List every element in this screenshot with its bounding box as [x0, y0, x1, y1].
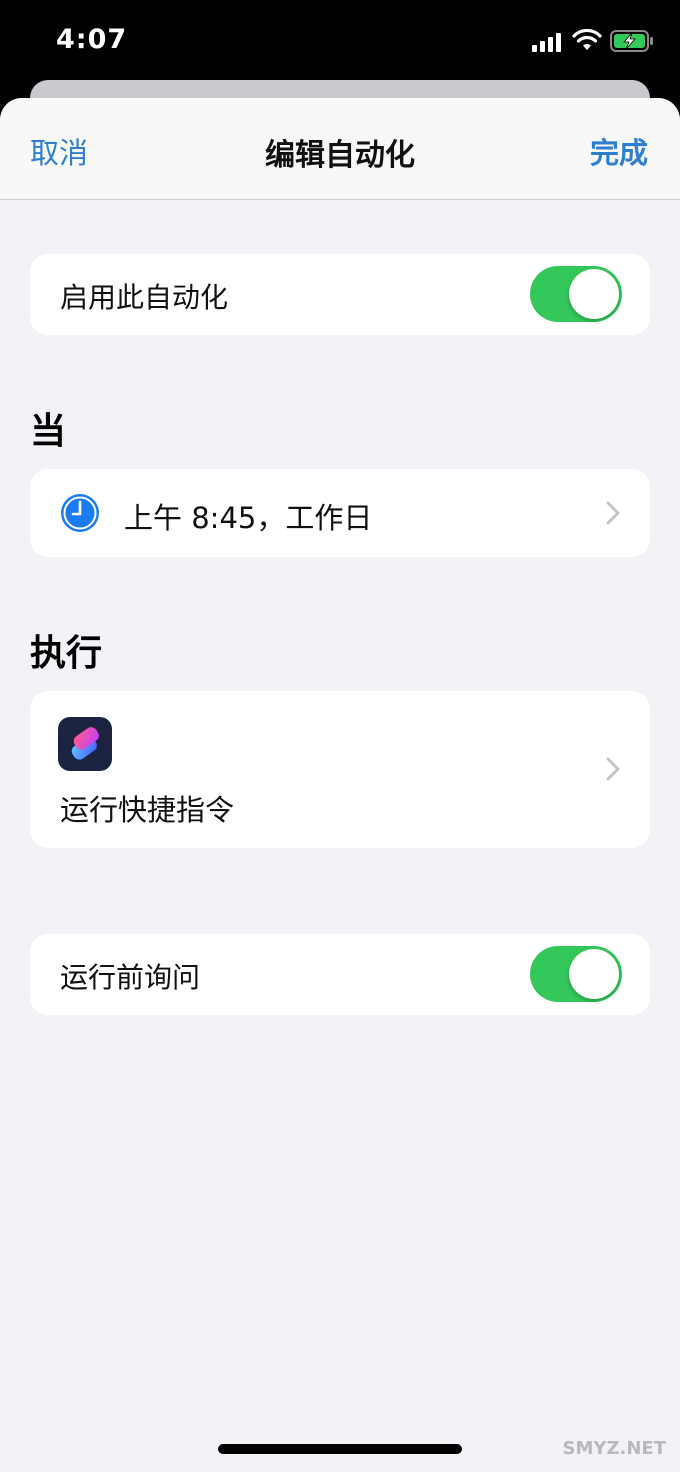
wifi-icon: [572, 28, 602, 50]
status-bar: 4:07: [0, 0, 680, 80]
edit-automation-sheet: 取消 编辑自动化 完成 启用此自动化 当 上午 8:45，工作日 执行 运行快捷…: [0, 98, 680, 1472]
chevron-right-icon: [606, 501, 620, 525]
action-label: 运行快捷指令: [60, 793, 235, 827]
status-time: 4:07: [56, 24, 128, 55]
ask-before-running-label: 运行前询问: [60, 961, 201, 994]
signal-icon: [532, 32, 564, 52]
action-row[interactable]: 运行快捷指令: [30, 691, 650, 848]
shortcuts-app-icon: [58, 717, 112, 771]
ask-before-running-row: 运行前询问: [30, 934, 650, 1015]
home-indicator[interactable]: [218, 1444, 462, 1454]
done-button[interactable]: 完成: [590, 130, 648, 172]
toggle-knob: [569, 269, 619, 319]
when-section-header: 当: [30, 411, 67, 452]
ask-before-running-toggle[interactable]: [530, 946, 622, 1002]
trigger-label: 上午 8:45，工作日: [124, 501, 373, 535]
page-title: 编辑自动化: [265, 138, 415, 173]
enable-automation-row: 启用此自动化: [30, 254, 650, 335]
clock-icon: [61, 494, 99, 532]
trigger-row[interactable]: 上午 8:45，工作日: [30, 469, 650, 557]
chevron-right-icon: [606, 757, 620, 781]
toggle-knob: [569, 949, 619, 999]
enable-automation-toggle[interactable]: [530, 266, 622, 322]
battery-charging-icon: [610, 30, 653, 52]
navigation-bar: 取消 编辑自动化 完成: [0, 98, 680, 200]
watermark: SMYZ.NET: [562, 1438, 666, 1459]
do-section-header: 执行: [30, 633, 103, 674]
screen: 4:07 取消 编辑自动化 完成 启用此自动化 当 上午 8:45，工作日 执行…: [0, 0, 680, 1472]
enable-automation-label: 启用此自动化: [60, 281, 229, 314]
